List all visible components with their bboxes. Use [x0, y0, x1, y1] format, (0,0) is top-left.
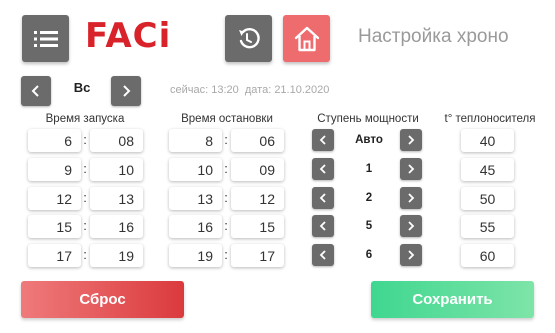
stop-hour-field[interactable]: 10	[169, 158, 222, 181]
power-increase-button[interactable]	[400, 187, 422, 209]
stop-hour-field[interactable]: 19	[169, 244, 222, 267]
chevron-left-icon	[319, 164, 326, 174]
time-separator: :	[224, 247, 228, 262]
chevron-left-icon	[319, 135, 326, 145]
next-day-button[interactable]	[111, 76, 141, 106]
start-hour-field[interactable]: 12	[28, 187, 81, 210]
logo-text: FACi	[85, 16, 172, 56]
power-increase-button[interactable]	[400, 129, 422, 151]
time-separator: :	[224, 161, 228, 176]
chevron-right-icon	[408, 250, 415, 260]
stop-minute-field[interactable]: 06	[231, 129, 284, 152]
reset-button[interactable]: Сброс	[21, 281, 184, 318]
menu-button[interactable]	[22, 15, 69, 62]
day-label: Вс	[73, 80, 91, 95]
chevron-right-icon	[408, 164, 415, 174]
page-title: Настройка хроно	[358, 26, 509, 47]
time-separator: :	[83, 132, 87, 147]
power-decrease-button[interactable]	[312, 129, 334, 151]
current-date: дата: 21.10.2020	[244, 84, 330, 96]
time-separator: :	[224, 218, 228, 233]
header-stop-time: Время остановки	[181, 113, 273, 125]
chevron-right-icon	[408, 135, 415, 145]
time-separator: :	[83, 218, 87, 233]
current-time: сейчас: 13:20	[170, 84, 239, 96]
start-hour-field[interactable]: 17	[28, 244, 81, 267]
start-minute-field[interactable]: 19	[90, 244, 143, 267]
header-coolant-temp: t° теплоносителя	[444, 113, 536, 125]
start-minute-field[interactable]: 13	[90, 187, 143, 210]
chevron-right-icon	[408, 193, 415, 203]
start-minute-field[interactable]: 16	[90, 215, 143, 238]
current-time-info: сейчас: 13:20 дата: 21.10.2020	[170, 84, 329, 96]
start-hour-field[interactable]: 6	[28, 129, 81, 152]
stop-hour-field[interactable]: 8	[169, 129, 222, 152]
chevron-left-icon	[31, 85, 39, 97]
brand-logo: FACi	[85, 14, 171, 58]
power-level-value: Авто	[355, 134, 383, 146]
coolant-temp-field[interactable]: 60	[461, 244, 514, 267]
power-increase-button[interactable]	[400, 215, 422, 237]
stop-minute-field[interactable]: 15	[231, 215, 284, 238]
power-decrease-button[interactable]	[312, 244, 334, 266]
power-level-value: 1	[365, 163, 373, 175]
power-level-value: 5	[365, 220, 373, 232]
time-separator: :	[224, 190, 228, 205]
coolant-temp-field[interactable]: 40	[461, 129, 514, 152]
stop-minute-field[interactable]: 09	[231, 158, 284, 181]
coolant-temp-field[interactable]: 55	[461, 215, 514, 238]
home-icon	[294, 26, 319, 51]
start-minute-field[interactable]: 10	[90, 158, 143, 181]
undo-icon	[238, 27, 260, 48]
start-hour-field[interactable]: 15	[28, 215, 81, 238]
power-level-value: 2	[365, 192, 373, 204]
chevron-left-icon	[319, 250, 326, 260]
menu-icon	[33, 30, 58, 47]
chevron-left-icon	[319, 193, 326, 203]
power-decrease-button[interactable]	[312, 215, 334, 237]
power-increase-button[interactable]	[400, 244, 422, 266]
start-minute-field[interactable]: 08	[90, 129, 143, 152]
power-level-value: 6	[365, 249, 373, 261]
start-hour-field[interactable]: 9	[28, 158, 81, 181]
time-separator: :	[83, 190, 87, 205]
save-button[interactable]: Сохранить	[371, 281, 534, 318]
power-decrease-button[interactable]	[312, 158, 334, 180]
stop-hour-field[interactable]: 16	[169, 215, 222, 238]
coolant-temp-field[interactable]: 45	[461, 158, 514, 181]
chevron-right-icon	[408, 221, 415, 231]
prev-day-button[interactable]	[21, 76, 51, 106]
home-button[interactable]	[283, 15, 330, 62]
undo-button[interactable]	[225, 15, 272, 62]
header-power-level: Ступень мощности	[317, 113, 419, 125]
stop-minute-field[interactable]: 12	[231, 187, 284, 210]
coolant-temp-field[interactable]: 50	[461, 187, 514, 210]
stop-hour-field[interactable]: 13	[169, 187, 222, 210]
stop-minute-field[interactable]: 17	[231, 244, 284, 267]
time-separator: :	[224, 132, 228, 147]
power-decrease-button[interactable]	[312, 187, 334, 209]
time-separator: :	[83, 161, 87, 176]
time-separator: :	[83, 247, 87, 262]
chevron-right-icon	[123, 85, 131, 97]
header-start-time: Время запуска	[45, 113, 125, 125]
chevron-left-icon	[319, 221, 326, 231]
power-increase-button[interactable]	[400, 158, 422, 180]
